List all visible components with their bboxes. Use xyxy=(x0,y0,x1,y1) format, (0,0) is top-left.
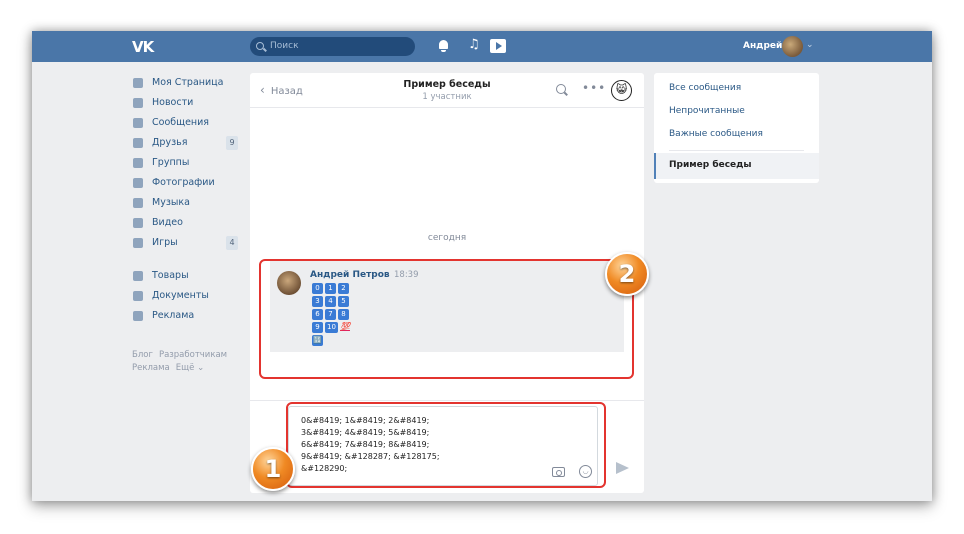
send-icon[interactable] xyxy=(616,462,629,474)
step-badge-1: 1 xyxy=(251,447,295,491)
gamepad-icon xyxy=(133,238,143,248)
nav-item-music[interactable]: Музыка xyxy=(132,193,242,213)
nav-item-friends[interactable]: Друзья 9 xyxy=(132,133,242,153)
search-input[interactable]: Поиск xyxy=(250,37,415,56)
footer-link-developers[interactable]: Разработчикам xyxy=(159,350,227,360)
footer-link-blog[interactable]: Блог xyxy=(132,350,153,360)
highlight-frame-input xyxy=(286,402,606,488)
games-count-badge: 4 xyxy=(226,236,238,250)
music-icon[interactable]: ♫ xyxy=(468,38,482,52)
nav-item-label: Сообщения xyxy=(152,117,210,128)
top-bar: VK Поиск ♫ Андрей ⌄ xyxy=(32,31,932,62)
all-messages-link[interactable]: Все сообщения xyxy=(669,83,741,93)
active-conversation-item[interactable]: Пример беседы xyxy=(654,153,819,179)
search-icon xyxy=(256,42,264,50)
unread-link[interactable]: Непрочитанные xyxy=(669,106,745,116)
nav-item-label: Музыка xyxy=(152,197,190,208)
panel-divider xyxy=(669,150,804,151)
friends-count-badge: 9 xyxy=(226,136,238,150)
right-panel: Все сообщения Непрочитанные Важные сообщ… xyxy=(654,73,819,183)
compose-divider xyxy=(250,400,644,401)
nav-item-messages[interactable]: Сообщения xyxy=(132,113,242,133)
nav-item-label: Документы xyxy=(152,290,209,301)
megaphone-icon xyxy=(133,311,143,321)
search-placeholder: Поиск xyxy=(270,41,299,51)
nav-item-video[interactable]: Видео xyxy=(132,213,242,233)
shopping-bag-icon xyxy=(133,271,143,281)
bell-icon[interactable] xyxy=(437,39,451,53)
film-icon xyxy=(133,218,143,228)
nav-item-label: Видео xyxy=(152,217,183,228)
chat-header: ‹ Назад Пример беседы 1 участник ••• 😸 xyxy=(250,73,644,108)
video-icon[interactable] xyxy=(490,39,506,53)
date-separator: сегодня xyxy=(427,233,467,243)
search-icon[interactable] xyxy=(556,84,566,94)
important-link[interactable]: Важные сообщения xyxy=(669,129,763,139)
nav-item-label: Группы xyxy=(152,157,190,168)
nav-divider xyxy=(132,253,242,266)
news-icon xyxy=(133,98,143,108)
messages-icon xyxy=(133,118,143,128)
footer-link-more[interactable]: Ещё ⌄ xyxy=(176,363,204,373)
friends-icon xyxy=(133,138,143,148)
nav-item-label: Игры xyxy=(152,237,178,248)
nav-item-market[interactable]: Товары xyxy=(132,266,242,286)
nav-item-photos[interactable]: Фотографии xyxy=(132,173,242,193)
left-nav: Моя Страница Новости Сообщения Друзья 9 Г… xyxy=(132,73,242,326)
nav-item-ads[interactable]: Реклама xyxy=(132,306,242,326)
footer-link-ads[interactable]: Реклама xyxy=(132,363,170,373)
nav-item-games[interactable]: Игры 4 xyxy=(132,233,242,253)
nav-item-groups[interactable]: Группы xyxy=(132,153,242,173)
nav-footer: Блог Разработчикам Реклама Ещё ⌄ xyxy=(132,349,233,375)
nav-item-label: Моя Страница xyxy=(152,77,224,88)
nav-item-label: Товары xyxy=(152,270,189,281)
chevron-down-icon[interactable]: ⌄ xyxy=(806,40,814,50)
nav-item-documents[interactable]: Документы xyxy=(132,286,242,306)
groups-icon xyxy=(133,158,143,168)
active-conversation-label: Пример беседы xyxy=(669,160,752,170)
nav-item-label: Друзья xyxy=(152,137,188,148)
user-avatar[interactable] xyxy=(782,36,803,57)
nav-item-label: Фотографии xyxy=(152,177,215,188)
document-icon xyxy=(133,291,143,301)
user-name[interactable]: Андрей xyxy=(743,41,782,51)
home-icon xyxy=(133,78,143,88)
chat-avatar[interactable]: 😸 xyxy=(611,80,632,101)
nav-item-label: Реклама xyxy=(152,310,195,321)
step-badge-2: 2 xyxy=(605,252,649,296)
more-icon[interactable]: ••• xyxy=(582,81,606,95)
camera-icon xyxy=(133,178,143,188)
highlight-frame-message xyxy=(259,259,634,379)
nav-item-my-page[interactable]: Моя Страница xyxy=(132,73,242,93)
nav-item-label: Новости xyxy=(152,97,194,108)
vk-logo[interactable]: VK xyxy=(132,38,154,56)
nav-item-news[interactable]: Новости xyxy=(132,93,242,113)
music-note-icon xyxy=(133,198,143,208)
